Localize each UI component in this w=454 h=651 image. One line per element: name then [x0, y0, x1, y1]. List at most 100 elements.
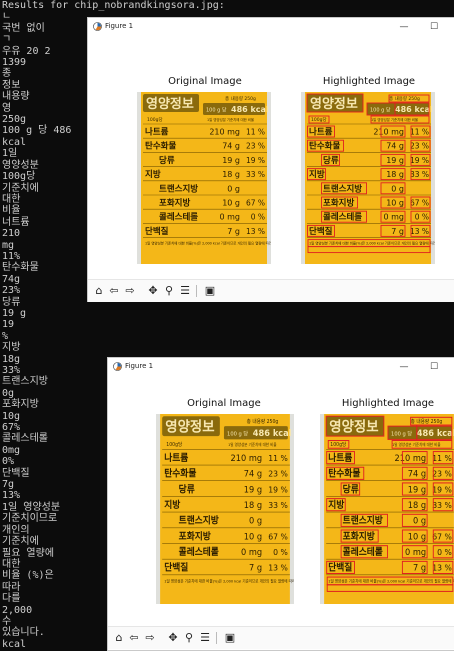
maximize-button[interactable]: ☐: [428, 361, 440, 373]
figure-window-2[interactable]: Figure 1 — ☐ Original Image Highlighted …: [107, 357, 454, 651]
forward-arrow-icon[interactable]: ⇨: [123, 284, 137, 298]
nutrient-amount: 74 g: [222, 142, 240, 151]
console-line: 67%: [2, 422, 21, 434]
nutrient-percent: 67 %: [410, 199, 429, 208]
nutrient-percent: 13 %: [246, 227, 265, 236]
nutrient-amount: 210 mg: [373, 128, 404, 137]
nutrient-percent: 0 %: [415, 213, 429, 222]
save-icon[interactable]: ▣: [203, 284, 217, 298]
zoom-icon[interactable]: ⚲: [162, 284, 176, 298]
console-line: kcal: [2, 638, 27, 650]
back-arrow-icon[interactable]: ⇦: [127, 631, 141, 645]
highlighted-image-title: Highlighted Image: [341, 398, 435, 409]
highlighted-image: 영양정보 총 내용량 250g 100 g 당 486 kcal 100g당 1일 영양성…: [301, 92, 435, 264]
label-footnote: 1일 영양성분 기준치에 대한 비율(%)은 2,000 kcal 기준이므로 …: [145, 241, 271, 246]
nutrient-name: 콜레스테롤: [179, 546, 220, 558]
save-icon[interactable]: ▣: [223, 631, 237, 645]
nutrient-amount: 7 g: [391, 227, 404, 236]
console-line: 기준치이므로: [2, 513, 58, 525]
pan-icon[interactable]: ✥: [146, 284, 160, 298]
nutrient-amount: 19 g: [408, 485, 426, 495]
nutrient-percent: 33 %: [432, 501, 452, 510]
nutrient-name: 탄수화물: [164, 467, 197, 479]
nutrient-amount: 19 g: [222, 156, 240, 165]
label-header-right: 1일 영양성분 기준치에 대한 비율: [228, 442, 277, 447]
console-line: mg: [2, 239, 15, 251]
console-line: ㄴ: [2, 11, 12, 23]
console-line: 정보: [2, 79, 21, 91]
nutrient-amount: 0 mg: [219, 213, 240, 222]
navigation-toolbar: ⌂ ⇦ ⇨ ✥ ⚲ ☰ ▣: [88, 279, 454, 302]
window-titlebar[interactable]: Figure 1 — ☐: [108, 358, 454, 376]
nutrient-amount: 74 g: [244, 469, 262, 479]
window-titlebar[interactable]: Figure 1 — ☐: [88, 18, 454, 36]
minimize-button[interactable]: —: [398, 361, 410, 373]
nutrient-name: 트랜스지방: [159, 183, 198, 194]
nutrient-percent: 19 %: [268, 485, 288, 494]
nutrient-name: 포화지방: [343, 530, 376, 542]
nutrient-amount: 18 g: [386, 170, 404, 179]
nutrient-percent: 23 %: [268, 469, 288, 478]
label-brand: 영양정보: [165, 418, 214, 436]
back-arrow-icon[interactable]: ⇦: [107, 284, 121, 298]
nutrient-amount: 10 g: [222, 199, 240, 208]
maximize-button[interactable]: ☐: [428, 21, 440, 33]
nutrient-name: 단백질: [309, 226, 333, 237]
nutrient-name: 포화지방: [323, 198, 354, 209]
label-weight: 총 내용량 250g: [389, 95, 420, 102]
console-line: %: [2, 330, 9, 342]
pan-icon[interactable]: ✥: [166, 631, 180, 645]
window-title: Figure 1: [105, 22, 134, 30]
label-header-left: 100g당: [147, 116, 163, 123]
label-weight: 총 내용량 250g: [411, 418, 443, 425]
zoom-icon[interactable]: ⚲: [182, 631, 196, 645]
label-header-right: 1일 영양성분 기준치에 대한 비율: [207, 117, 254, 122]
console-output: Results for chip_nobrandkingsora.jpg: ㄴ국…: [2, 0, 225, 650]
nutrient-amount: 10 g: [386, 199, 404, 208]
nutrient-percent: 13 %: [432, 564, 452, 573]
nutrient-name: 콜레스테롤: [323, 212, 362, 223]
figure-canvas[interactable]: Original Image Highlighted Image 영양정보 총 내…: [108, 376, 454, 626]
label-energy-prefix: 100 g 당: [391, 430, 412, 437]
nutrient-name: 나트륨: [309, 127, 333, 138]
label-header-left: 100g당: [311, 116, 327, 123]
forward-arrow-icon[interactable]: ⇨: [143, 631, 157, 645]
figure-canvas[interactable]: Original Image Highlighted Image 영양정보 총 내…: [88, 36, 454, 279]
console-line: 개인의: [2, 524, 30, 536]
nutrient-percent: 0 %: [437, 548, 452, 557]
console-line: 단백질: [2, 467, 30, 479]
home-icon[interactable]: ⌂: [112, 631, 126, 645]
label-footnote: 1일 영양성분 기준치에 대한 비율(%)은 2,000 kcal 기준이므로 …: [164, 578, 294, 583]
nutrient-percent: 23 %: [432, 469, 452, 478]
nutrient-name: 지방: [145, 169, 161, 180]
nutrient-name: 탄수화물: [309, 141, 340, 152]
nutrient-amount: 74 g: [408, 469, 426, 479]
console-line: 포화지방: [2, 399, 39, 411]
figure-window-1[interactable]: Figure 1 — ☐ Original Image Highlighted …: [87, 17, 454, 302]
configure-icon[interactable]: ☰: [198, 631, 212, 645]
nutrient-name: 포화지방: [179, 530, 212, 542]
nutrient-percent: 19 %: [432, 485, 452, 494]
nutrient-percent: 13 %: [410, 227, 429, 236]
label-header-left: 100g당: [166, 441, 183, 448]
console-line: 250g: [2, 114, 27, 126]
nutrient-percent: 11 %: [246, 128, 265, 137]
nutrient-name: 콜레스테롤: [343, 546, 384, 558]
nutrient-amount: 18 g: [222, 170, 240, 179]
nutrient-percent: 0 %: [273, 548, 288, 557]
configure-icon[interactable]: ☰: [178, 284, 192, 298]
console-line: 0mg: [2, 444, 21, 456]
home-icon[interactable]: ⌂: [92, 284, 106, 298]
nutrient-percent: 23 %: [410, 142, 429, 151]
console-header: Results for chip_nobrandkingsora.jpg:: [2, 0, 225, 11]
console-line: 기준치에: [2, 536, 39, 548]
minimize-button[interactable]: —: [398, 21, 410, 33]
nutrient-name: 지방: [328, 499, 345, 511]
nutrient-name: 포화지방: [159, 198, 190, 209]
console-line: 100g당: [2, 171, 36, 183]
original-image-title: Original Image: [187, 398, 261, 409]
nutrient-percent: 0 %: [251, 213, 265, 222]
nutrient-name: 지방: [164, 499, 181, 511]
original-image-title: Original Image: [168, 76, 242, 87]
console-line: 2,000: [2, 604, 33, 616]
